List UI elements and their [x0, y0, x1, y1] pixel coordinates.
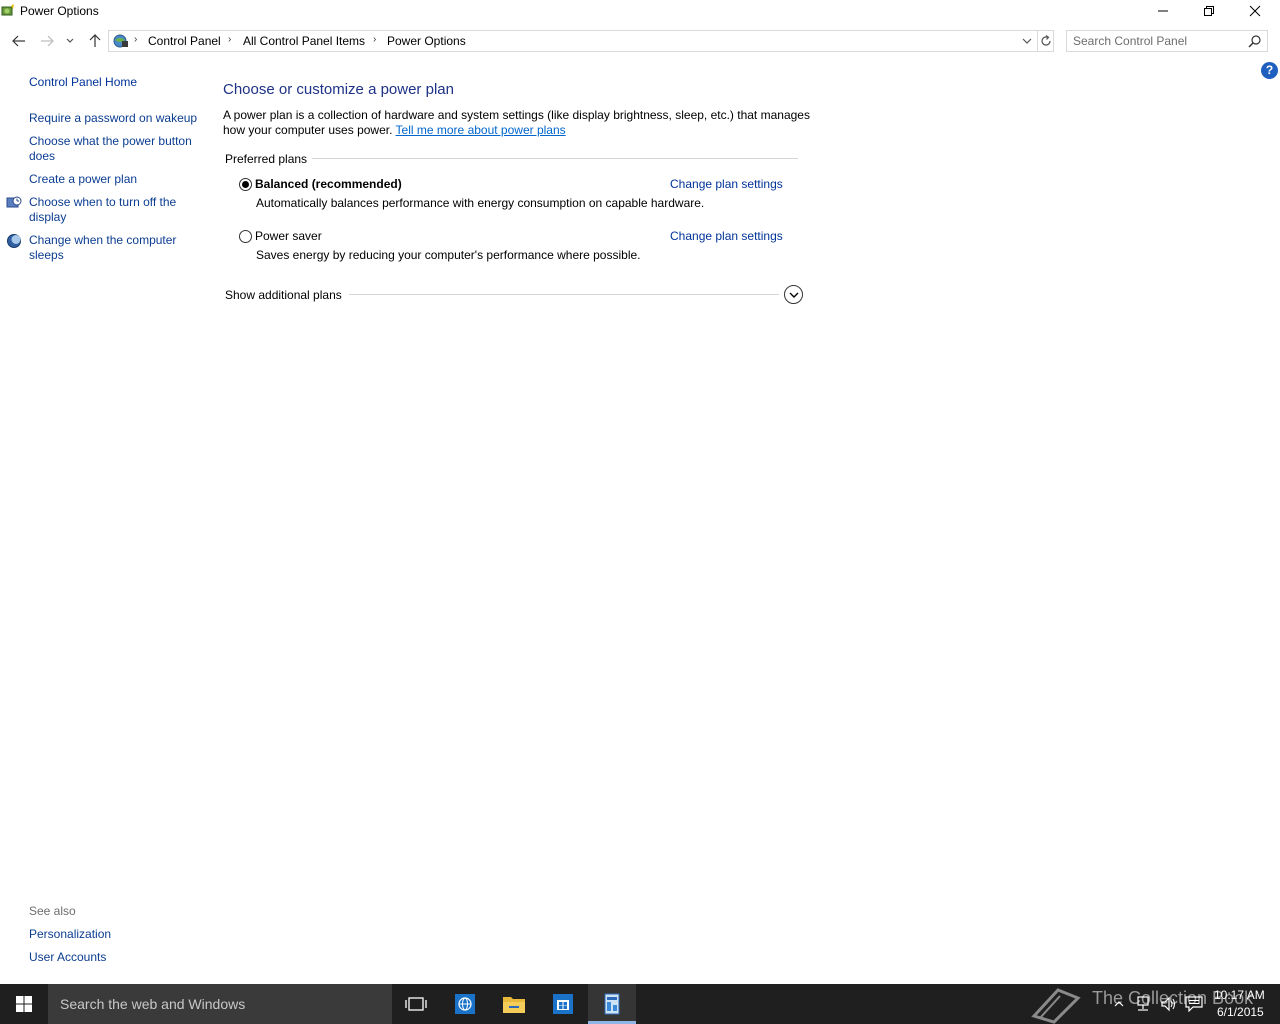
forward-button[interactable]	[38, 32, 56, 50]
search-input[interactable]	[1073, 33, 1243, 49]
balanced-radio[interactable]	[239, 178, 252, 191]
power-button-link[interactable]: Choose what the power button does	[29, 134, 199, 164]
power-saver-plan-description: Saves energy by reducing your computer's…	[256, 248, 641, 262]
network-icon[interactable]	[1134, 995, 1152, 1013]
help-icon[interactable]: ?	[1261, 62, 1278, 79]
chevron-up-icon	[1114, 1001, 1124, 1007]
turn-off-display-link[interactable]: Choose when to turn off the display	[29, 195, 199, 225]
up-button[interactable]	[86, 32, 104, 50]
display-clock-icon	[6, 195, 22, 211]
volume-icon[interactable]	[1160, 995, 1178, 1013]
arrow-left-icon	[12, 35, 25, 47]
windows-logo-icon	[16, 996, 32, 1012]
expand-additional-plans-button[interactable]	[784, 285, 803, 304]
task-view-button[interactable]	[392, 984, 440, 1024]
search-box[interactable]	[1066, 30, 1268, 52]
breadcrumb-separator: ›	[134, 34, 138, 45]
control-panel-home-link[interactable]: Control Panel Home	[29, 75, 199, 90]
preferred-plans-label: Preferred plans	[225, 152, 308, 166]
refresh-button[interactable]	[1038, 31, 1054, 51]
breadcrumb-control-panel[interactable]: Control Panel	[148, 34, 221, 48]
moon-sleep-icon	[6, 233, 22, 249]
clock-date[interactable]: 6/1/2015	[1217, 1005, 1264, 1019]
file-explorer-taskbar-button[interactable]	[490, 984, 538, 1024]
recent-locations-button[interactable]	[63, 32, 77, 50]
back-button[interactable]	[10, 32, 28, 50]
title-bar: Power Options	[0, 0, 1280, 24]
breadcrumb-all-items[interactable]: All Control Panel Items	[243, 34, 365, 48]
control-panel-icon	[604, 993, 620, 1015]
window-title: Power Options	[20, 4, 99, 18]
show-hidden-icons-button[interactable]	[1110, 995, 1128, 1013]
section-divider	[349, 294, 779, 295]
learn-more-link[interactable]: Tell me more about power plans	[396, 123, 566, 137]
chevron-down-icon	[789, 292, 798, 298]
breadcrumb-power-options[interactable]: Power Options	[387, 34, 466, 48]
power-saver-change-settings-link[interactable]: Change plan settings	[670, 229, 783, 243]
arrow-up-icon	[89, 34, 101, 47]
user-accounts-link[interactable]: User Accounts	[29, 950, 199, 965]
personalization-link[interactable]: Personalization	[29, 927, 199, 942]
restore-button[interactable]	[1186, 0, 1232, 22]
page-description: A power plan is a collection of hardware…	[223, 108, 813, 138]
store-taskbar-button[interactable]	[539, 984, 587, 1024]
start-button[interactable]	[0, 984, 48, 1024]
close-button[interactable]	[1232, 0, 1278, 22]
see-also-heading: See also	[29, 904, 76, 918]
taskbar: Search the web and Windows The Collectio…	[0, 984, 1280, 1024]
breadcrumb-separator: ›	[373, 34, 377, 45]
minimize-icon	[1158, 10, 1168, 12]
address-bar[interactable]: › Control Panel › All Control Panel Item…	[108, 30, 1054, 52]
watermark-book-icon	[1030, 984, 1082, 1024]
radio-selected-dot	[242, 181, 249, 188]
control-panel-icon	[112, 33, 130, 49]
section-divider	[312, 158, 798, 159]
store-icon	[553, 994, 573, 1014]
show-additional-plans-label[interactable]: Show additional plans	[225, 288, 342, 302]
computer-sleeps-link[interactable]: Change when the computer sleeps	[29, 233, 199, 263]
page-title: Choose or customize a power plan	[223, 81, 454, 98]
balanced-change-settings-link[interactable]: Change plan settings	[670, 177, 783, 191]
browser-taskbar-button[interactable]	[441, 984, 489, 1024]
balanced-plan-name[interactable]: Balanced (recommended)	[255, 177, 402, 191]
task-view-icon	[405, 997, 427, 1011]
taskbar-search-box[interactable]: Search the web and Windows	[48, 984, 392, 1024]
minimize-button[interactable]	[1140, 0, 1186, 22]
close-icon	[1249, 5, 1261, 17]
chevron-down-icon	[1022, 38, 1032, 44]
action-center-icon[interactable]	[1185, 995, 1203, 1013]
restore-icon	[1204, 6, 1214, 16]
arrow-right-icon	[41, 35, 54, 47]
clock-time[interactable]: 10:17 AM	[1214, 988, 1265, 1002]
search-icon[interactable]	[1247, 34, 1263, 50]
globe-icon	[455, 994, 475, 1014]
address-dropdown-button[interactable]	[1017, 31, 1037, 51]
create-plan-link[interactable]: Create a power plan	[29, 172, 199, 187]
refresh-icon	[1041, 35, 1051, 46]
chevron-down-icon	[66, 38, 74, 43]
power-saver-plan-name[interactable]: Power saver	[255, 229, 322, 243]
taskbar-search-placeholder: Search the web and Windows	[60, 996, 246, 1012]
control-panel-taskbar-button[interactable]	[588, 984, 636, 1024]
breadcrumb-separator: ›	[228, 34, 232, 45]
require-password-link[interactable]: Require a password on wakeup	[29, 111, 199, 126]
power-options-icon	[0, 3, 16, 19]
power-saver-radio[interactable]	[239, 230, 252, 243]
folder-icon	[503, 997, 525, 1013]
balanced-plan-description: Automatically balances performance with …	[256, 196, 705, 210]
